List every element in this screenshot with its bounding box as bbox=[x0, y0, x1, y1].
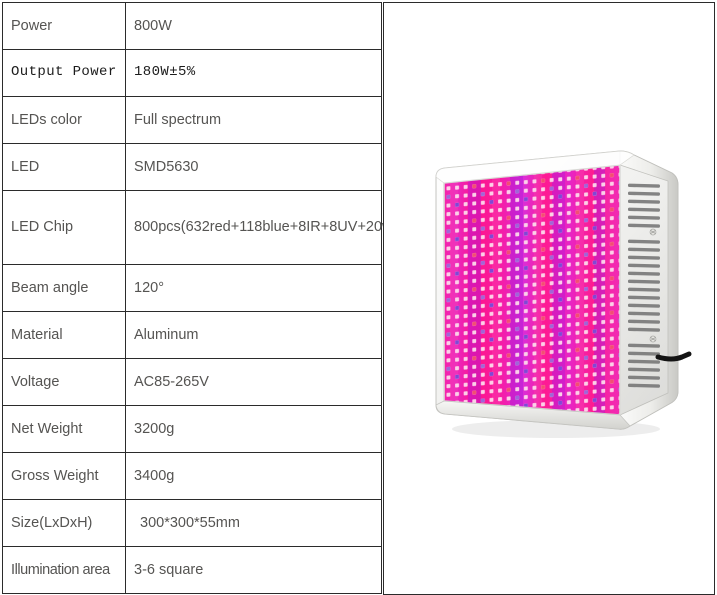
housing-screw bbox=[649, 335, 657, 343]
housing-screw bbox=[649, 228, 657, 236]
table-row: LED SMD5630 bbox=[2, 143, 382, 191]
table-row: Voltage AC85-265V bbox=[2, 358, 382, 406]
spec-value-led: SMD5630 bbox=[125, 143, 382, 191]
led-face bbox=[444, 165, 620, 415]
spec-label-leds-color: LEDs color bbox=[2, 96, 126, 144]
product-spec-screenshot: Power 800W Output Power 180W±5% LEDs col… bbox=[0, 0, 717, 595]
spec-label-voltage: Voltage bbox=[2, 358, 126, 406]
table-row: Net Weight 3200g bbox=[2, 405, 382, 453]
table-row: Material Aluminum bbox=[2, 311, 382, 359]
spec-value-material: Aluminum bbox=[125, 311, 382, 359]
table-row: Size(LxDxH) 300*300*55mm bbox=[2, 499, 382, 547]
spec-value-output-power: 180W±5% bbox=[125, 49, 382, 97]
spec-label-net-weight: Net Weight bbox=[2, 405, 126, 453]
spec-label-illumination-area: Illumination area bbox=[2, 546, 126, 594]
spec-value-leds-color: Full spectrum bbox=[125, 96, 382, 144]
table-row: Power 800W bbox=[2, 2, 382, 50]
table-row: Illumination area 3-6 square bbox=[2, 546, 382, 594]
product-image-panel bbox=[383, 2, 715, 595]
table-row: LED Chip 800pcs(632red+118blue+8IR+8UV+2… bbox=[2, 190, 519, 265]
led-grow-light-image bbox=[406, 143, 696, 453]
spec-value-size: 300*300*55mm bbox=[125, 499, 382, 547]
spec-value-beam-angle: 120° bbox=[125, 264, 382, 312]
table-row: Output Power 180W±5% bbox=[2, 49, 382, 97]
spec-label-led-chip: LED Chip bbox=[2, 190, 126, 265]
spec-value-led-chip: 800pcs(632red+118blue+8IR+8UV+20white+14… bbox=[125, 190, 519, 265]
spec-label-beam-angle: Beam angle bbox=[2, 264, 126, 312]
spec-value-power: 800W bbox=[125, 2, 382, 50]
spec-label-size: Size(LxDxH) bbox=[2, 499, 126, 547]
spec-label-power: Power bbox=[2, 2, 126, 50]
specification-table: Power 800W Output Power 180W±5% LEDs col… bbox=[2, 2, 519, 594]
table-row: Beam angle 120° bbox=[2, 264, 382, 312]
spec-value-gross-weight: 3400g bbox=[125, 452, 382, 500]
spec-table-body: Power 800W Output Power 180W±5% LEDs col… bbox=[2, 2, 519, 594]
spec-value-illumination-area: 3-6 square bbox=[125, 546, 382, 594]
table-row: LEDs color Full spectrum bbox=[2, 96, 382, 144]
table-row: Gross Weight 3400g bbox=[2, 452, 382, 500]
spec-label-material: Material bbox=[2, 311, 126, 359]
spec-label-output-power: Output Power bbox=[2, 49, 126, 97]
spec-label-led: LED bbox=[2, 143, 126, 191]
spec-value-voltage: AC85-265V bbox=[125, 358, 382, 406]
spec-value-net-weight: 3200g bbox=[125, 405, 382, 453]
spec-label-gross-weight: Gross Weight bbox=[2, 452, 126, 500]
